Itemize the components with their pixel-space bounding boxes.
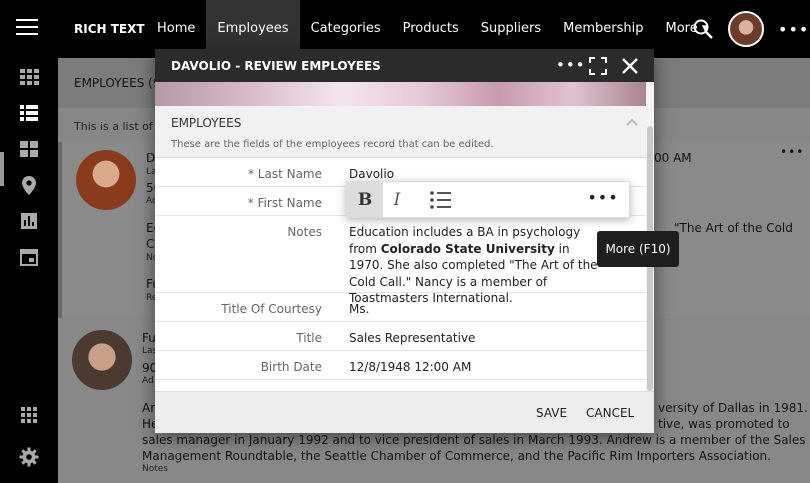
- employee-notes-fragment: versity of Dallas in 1981.: [658, 401, 808, 415]
- gear-icon[interactable]: [18, 446, 40, 468]
- save-button[interactable]: SAVE: [536, 406, 567, 420]
- cancel-button[interactable]: CANCEL: [586, 406, 634, 420]
- calendar-icon[interactable]: [18, 246, 40, 268]
- field-notes[interactable]: Notes Education includes a BA in psychol…: [155, 216, 646, 305]
- toolbar-more-icon[interactable]: •••: [585, 182, 621, 218]
- menu-icon[interactable]: [16, 19, 38, 37]
- section-title: EMPLOYEES: [171, 116, 242, 130]
- search-icon[interactable]: [692, 18, 714, 40]
- rich-text-toolbar: B I •••: [346, 181, 630, 218]
- birth-date-label: Birth Date: [260, 360, 322, 374]
- employee-notes-label: Notes: [142, 464, 168, 474]
- field-title[interactable]: Title Sales Representative: [155, 322, 646, 351]
- employee-avatar: [72, 330, 132, 390]
- title-label: Title: [296, 331, 322, 345]
- employee-notes-fragment: tive, was promoted to: [658, 417, 790, 431]
- notes-label: Notes: [287, 225, 322, 239]
- last-name-value[interactable]: Davolio: [349, 167, 394, 181]
- section-description: These are the fields of the employees re…: [171, 139, 494, 150]
- employee-small-label: Ad: [142, 376, 154, 386]
- birth-date-value[interactable]: 12/8/1948 12:00 AM: [349, 360, 471, 374]
- chart-icon[interactable]: [18, 210, 40, 232]
- dots-grid-icon[interactable]: [18, 404, 40, 426]
- courtesy-label: Title Of Courtesy: [221, 302, 322, 316]
- chevron-up-icon[interactable]: [625, 115, 639, 129]
- employee-hire-date: 00 AM: [654, 151, 692, 165]
- more-icon[interactable]: •••: [778, 20, 809, 39]
- dialog-form: EMPLOYEES These are the fields of the em…: [155, 106, 646, 391]
- list-title: EMPLOYEES (9: [74, 76, 161, 90]
- more-tooltip: More (F10): [597, 231, 679, 267]
- dialog-banner-image: [155, 82, 646, 106]
- employee-notes-line: Management Roundtable, the Seattle Chamb…: [142, 449, 771, 463]
- employee-name: Fu: [142, 331, 156, 345]
- dialog-header: DAVOLIO - REVIEW EMPLOYEES •••: [155, 49, 654, 82]
- user-avatar[interactable]: [728, 11, 764, 47]
- field-birth-date[interactable]: Birth Date 12/8/1948 12:00 AM: [155, 351, 646, 380]
- last-name-label: * Last Name: [247, 167, 322, 181]
- first-name-label: * First Name: [247, 196, 322, 210]
- bullet-list-icon[interactable]: [423, 182, 459, 218]
- side-rail: [0, 58, 58, 483]
- dialog-footer: SAVE CANCEL: [155, 391, 654, 433]
- close-icon[interactable]: [619, 55, 641, 77]
- employee-notes-line: sales manager in January 1992 and to vic…: [142, 433, 806, 447]
- courtesy-value[interactable]: Ms.: [349, 302, 369, 316]
- bold-button[interactable]: B: [347, 182, 383, 218]
- review-employee-dialog: DAVOLIO - REVIEW EMPLOYEES ••• EMPLOYEES…: [155, 49, 654, 433]
- rail-active-indicator: [0, 152, 4, 186]
- apps-icon[interactable]: [18, 138, 40, 160]
- grid-icon[interactable]: [18, 66, 40, 88]
- employee-avatar: [76, 150, 136, 210]
- employee-notes-fragment: "The Art of the Cold: [674, 221, 793, 235]
- fullscreen-icon[interactable]: [587, 55, 609, 77]
- card-more-icon[interactable]: •••: [780, 144, 804, 161]
- field-title-of-courtesy[interactable]: Title Of Courtesy Ms.: [155, 293, 646, 322]
- notes-bold-text: Colorado State University: [380, 241, 555, 256]
- dialog-more-icon[interactable]: •••: [556, 55, 585, 77]
- section-header-employees[interactable]: EMPLOYEES These are the fields of the em…: [155, 106, 646, 158]
- location-icon[interactable]: [18, 174, 40, 196]
- italic-button[interactable]: I: [379, 182, 415, 218]
- list-icon[interactable]: [18, 102, 40, 124]
- dialog-title: DAVOLIO - REVIEW EMPLOYEES: [171, 59, 381, 73]
- title-value[interactable]: Sales Representative: [349, 331, 475, 345]
- app-brand[interactable]: RICH TEXT: [74, 22, 145, 36]
